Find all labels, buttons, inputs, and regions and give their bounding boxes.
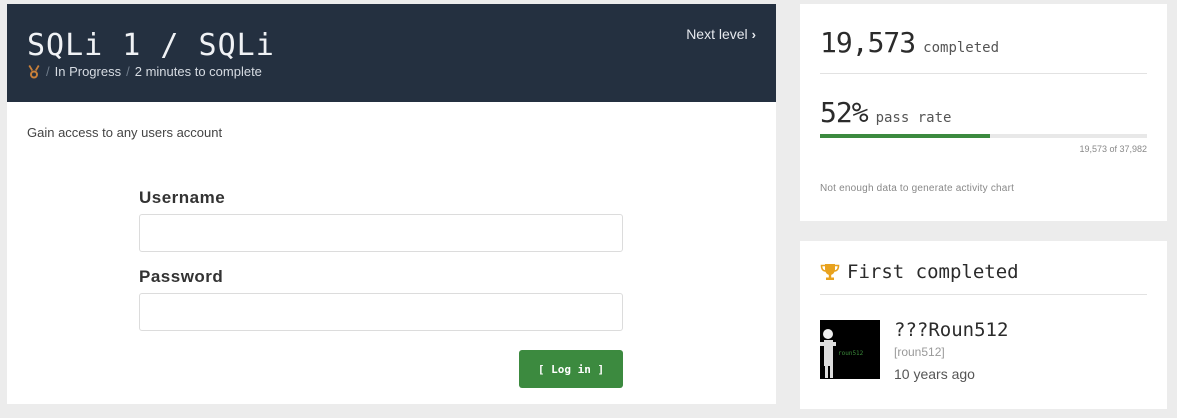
pass-rate-bar-fill <box>820 134 991 138</box>
avatar-text: roun512 <box>838 350 864 357</box>
username-label: Username <box>139 188 226 207</box>
next-level-link[interactable]: Next level › <box>686 26 756 42</box>
duration-text: 2 minutes to complete <box>134 64 262 79</box>
next-level-label: Next level <box>686 26 748 42</box>
meta-separator: / <box>46 64 50 79</box>
activity-chart-note: Not enough data to generate activity cha… <box>820 183 1015 194</box>
completed-label: completed <box>923 40 1000 56</box>
first-completed-username[interactable]: ???Roun512 <box>894 319 1008 341</box>
challenge-panel: SQLi 1 / SQLi / In Progress / 2 minutes … <box>7 4 776 404</box>
username-input[interactable] <box>139 214 623 252</box>
challenge-header: SQLi 1 / SQLi / In Progress / 2 minutes … <box>7 4 776 102</box>
pass-rate-bar <box>820 134 1147 138</box>
avatar[interactable]: roun512 <box>820 320 880 379</box>
divider <box>820 294 1147 295</box>
pass-rate-value: 52% <box>820 96 869 129</box>
completed-count: 19,573 <box>820 26 916 59</box>
first-completed-label: First completed <box>847 261 1019 283</box>
first-completed-time: 10 years ago <box>894 366 975 382</box>
challenge-title: SQLi 1 / SQLi <box>27 28 275 63</box>
password-input[interactable] <box>139 293 623 331</box>
trophy-icon <box>820 264 840 280</box>
challenge-description: Gain access to any users account <box>27 125 223 140</box>
first-completed-card: First completed roun512 ???Roun512 [roun… <box>800 241 1167 409</box>
first-completed-heading: First completed <box>820 261 1019 283</box>
status-text: In Progress <box>54 64 122 79</box>
password-label: Password <box>139 267 224 286</box>
pass-rate-label: pass rate <box>875 110 952 126</box>
pass-rate-stat: 52% pass rate <box>820 96 951 129</box>
first-completed-handle: [roun512] <box>894 345 945 359</box>
chevron-right-icon: › <box>751 27 756 42</box>
login-form: Username Password [ Log in ] <box>139 188 623 388</box>
pass-rate-caption: 19,573 of 37,982 <box>1079 144 1147 154</box>
login-button[interactable]: [ Log in ] <box>519 350 623 388</box>
divider <box>820 73 1147 74</box>
meta-separator: / <box>126 64 130 79</box>
stats-card: 19,573 completed 52% pass rate 19,573 of… <box>800 4 1167 221</box>
completed-stat: 19,573 completed <box>820 26 999 59</box>
medal-icon <box>28 64 40 78</box>
challenge-meta: / In Progress / 2 minutes to complete <box>27 64 262 79</box>
